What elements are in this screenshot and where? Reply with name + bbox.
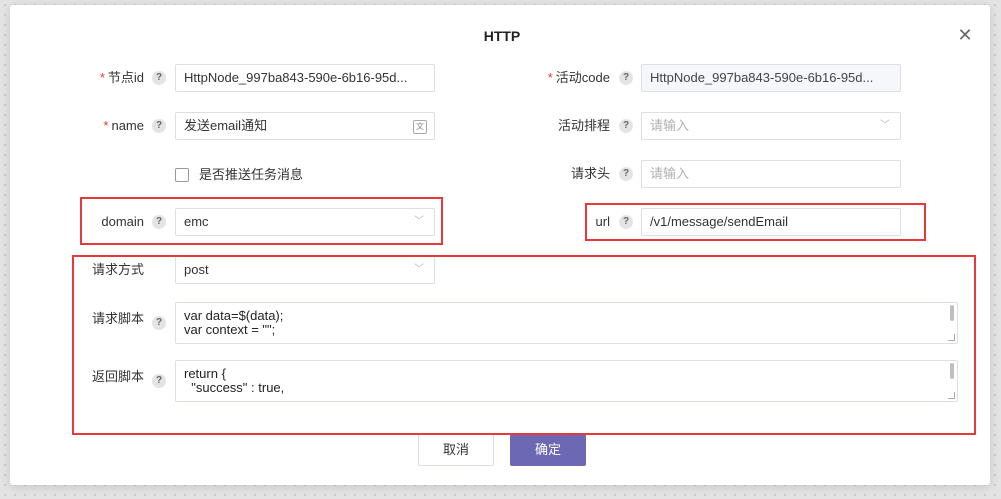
node-id-input[interactable]: HttpNode_997ba843-590e-6b16-95d...	[175, 64, 435, 92]
help-icon[interactable]: ?	[619, 71, 633, 85]
name-input[interactable]: 发送email通知 文	[175, 112, 435, 140]
translate-icon[interactable]: 文	[413, 120, 427, 134]
name-label: * name	[103, 118, 144, 133]
required-mark: *	[103, 118, 109, 133]
request-header-input[interactable]: 请输入	[641, 160, 901, 188]
confirm-button[interactable]: 确定	[510, 434, 586, 466]
push-task-message-checkbox[interactable]	[175, 168, 189, 182]
required-mark: *	[99, 70, 105, 85]
activity-schedule-label: 活动排程	[557, 118, 610, 133]
help-icon[interactable]: ?	[619, 167, 633, 181]
activity-schedule-select[interactable]: 请输入 ﹀	[641, 112, 901, 140]
dialog-title: HTTP	[483, 28, 521, 44]
node-id-label: * 节点id	[99, 70, 144, 85]
help-icon[interactable]: ?	[152, 119, 166, 133]
required-mark: *	[547, 70, 553, 85]
close-icon[interactable]: ✕	[955, 25, 975, 45]
request-config-highlight-box	[72, 255, 976, 435]
domain-highlight-box	[80, 197, 443, 245]
chevron-down-icon: ﹀	[880, 120, 890, 131]
help-icon[interactable]: ?	[619, 119, 633, 133]
cancel-button[interactable]: 取消	[418, 434, 494, 466]
activity-code-label: *HttpNode_997ba843-590e-6b16-95d...活动cod…	[547, 70, 610, 85]
request-header-label: 请求头	[570, 166, 610, 181]
url-highlight-box	[585, 203, 926, 241]
push-task-message-label: 是否推送任务消息	[199, 167, 304, 182]
help-icon[interactable]: ?	[152, 71, 166, 85]
activity-code-input: HttpNode_997ba843-590e-6b16-95d...	[641, 64, 901, 92]
